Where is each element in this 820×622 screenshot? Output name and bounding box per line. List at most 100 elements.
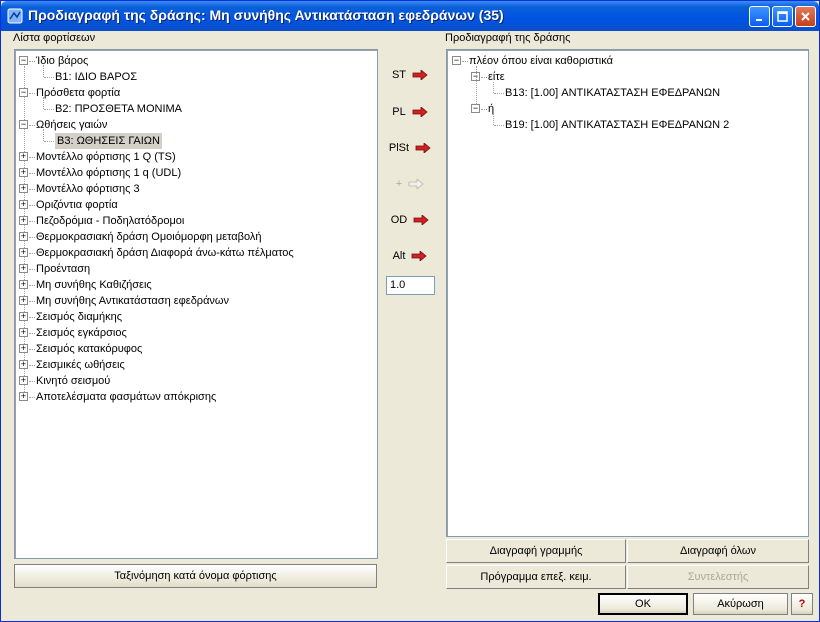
tree-group-label[interactable]: Μοντέλλο φόρτισης 3	[36, 181, 140, 197]
loads-tree[interactable]: − Ίδιο βάρος B1: ΙΔΙΟ ΒΑΡΟΣ − Πρόσθετα φορτί…	[14, 49, 378, 559]
spec-load-item[interactable]: B13: [1.00] ΑΝΤΙΚΑΤΑΣΤΑΣΗ ΕΦΕΔΡΑΝΩΝ	[505, 85, 720, 101]
tree-group-label[interactable]: Οριζόντια φορτία	[36, 197, 118, 213]
tree-group-label[interactable]: Ωθήσεις γαιών	[36, 117, 107, 133]
tree-connector	[481, 77, 487, 78]
action-spec-tree[interactable]: − πλέον όπου είναι καθοριστικά − είτε B13: […	[446, 49, 809, 537]
st-button[interactable]: ST	[385, 65, 435, 85]
spec-group-label[interactable]: είτε	[488, 69, 505, 85]
button-label: OD	[390, 214, 408, 226]
title-bar[interactable]: Προδιαγραφή της δράσης: Μη συνήθης Αντικ…	[1, 1, 819, 31]
right-arrow-icon	[415, 143, 431, 153]
tree-group-label[interactable]: Θερμοκρασιακή δράση Διαφορά άνω-κάτω πέλ…	[36, 245, 294, 261]
button-label: Alt	[392, 250, 406, 262]
collapse-icon[interactable]: −	[19, 88, 28, 97]
expand-icon[interactable]: +	[19, 184, 28, 193]
coefficient-button[interactable]: Συντελεστής	[627, 565, 809, 589]
tree-connector	[43, 129, 44, 141]
expand-icon[interactable]: +	[19, 168, 28, 177]
close-button[interactable]	[795, 6, 816, 27]
tree-connector	[29, 285, 35, 286]
collapse-icon[interactable]: −	[452, 56, 461, 65]
delete-line-button[interactable]: Διαγραφή γραμμής	[446, 539, 626, 563]
tree-connector	[29, 205, 35, 206]
tree-load-item[interactable]: B1: ΙΔΙΟ ΒΑΡΟΣ	[55, 69, 137, 85]
expand-icon[interactable]: +	[19, 264, 28, 273]
tree-connector	[29, 333, 35, 334]
dialog-window: Προδιαγραφή της δράσης: Μη συνήθης Αντικ…	[0, 0, 820, 622]
button-label: PlSt	[388, 142, 410, 154]
sort-by-name-button[interactable]: Ταξινόμηση κατά όνομα φόρτισης	[14, 564, 377, 588]
expand-icon[interactable]: +	[19, 328, 28, 337]
tree-group-label[interactable]: Μη συνήθης Αντικατάσταση εφεδράνων	[36, 293, 229, 309]
alt-button[interactable]: Alt	[385, 246, 435, 266]
pl-button[interactable]: PL	[385, 102, 435, 122]
tree-load-item[interactable]: B2: ΠΡΟΣΘΕΤΑ ΜΟΝΙΜΑ	[55, 101, 182, 117]
button-label: +	[395, 178, 403, 190]
tree-group-label[interactable]: Σεισμός κατακόρυφος	[36, 341, 142, 357]
plus-button[interactable]: +	[385, 174, 435, 194]
tree-group-label[interactable]: Πρόσθετα φορτία	[36, 85, 120, 101]
text-editor-button[interactable]: Πρόγραμμα επεξ. κειμ.	[446, 565, 626, 589]
od-button[interactable]: OD	[385, 210, 435, 230]
tree-connector	[29, 237, 35, 238]
cancel-button[interactable]: Ακύρωση	[693, 593, 788, 615]
tree-connector	[29, 61, 35, 62]
tree-group-label[interactable]: Σεισμός διαμήκης	[36, 309, 122, 325]
window-title: Προδιαγραφή της δράσης: Μη συνήθης Αντικ…	[28, 7, 504, 23]
tree-connector	[481, 109, 487, 110]
delete-all-button[interactable]: Διαγραφή όλων	[627, 539, 809, 563]
right-arrow-icon	[412, 107, 428, 117]
tree-group-label[interactable]: Μοντέλλο φόρτισης 1 Q (TS)	[36, 149, 176, 165]
help-button[interactable]: ?	[791, 593, 813, 615]
action-spec-label: Προδιαγραφή της δράσης	[445, 32, 571, 44]
tree-group-label[interactable]: Μη συνήθης Καθιζήσεις	[36, 277, 152, 293]
tree-group-label[interactable]: Σεισμός εγκάρσιος	[36, 325, 127, 341]
expand-icon[interactable]: +	[19, 360, 28, 369]
tree-group-label[interactable]: Θερμοκρασιακή δράση Ομοιόμορφη μεταβολή	[36, 229, 262, 245]
tree-connector	[29, 349, 35, 350]
expand-icon[interactable]: +	[19, 152, 28, 161]
expand-icon[interactable]: +	[19, 344, 28, 353]
tree-connector	[29, 317, 35, 318]
right-arrow-icon	[412, 251, 428, 261]
tree-group-label[interactable]: Σεισμικές ωθήσεις	[36, 357, 125, 373]
expand-icon[interactable]: +	[19, 296, 28, 305]
tree-connector	[44, 109, 54, 110]
maximize-button[interactable]	[772, 6, 793, 27]
factor-input[interactable]: 1.0	[386, 276, 435, 295]
tree-connector	[494, 125, 504, 126]
right-arrow-icon	[408, 179, 424, 189]
tree-connector	[44, 141, 54, 142]
expand-icon[interactable]: +	[19, 248, 28, 257]
collapse-icon[interactable]: −	[19, 56, 28, 65]
maximize-icon	[777, 11, 788, 22]
minimize-button[interactable]	[749, 6, 770, 27]
tree-connector	[29, 269, 35, 270]
tree-group-label[interactable]: Αποτελέσματα φασμάτων απόκρισης	[36, 389, 216, 405]
tree-connector	[29, 253, 35, 254]
expand-icon[interactable]: +	[19, 376, 28, 385]
expand-icon[interactable]: +	[19, 312, 28, 321]
tree-group-label[interactable]: Πεζοδρόμια - Ποδηλατόδρομοι	[36, 213, 184, 229]
expand-icon[interactable]: +	[19, 216, 28, 225]
spec-root-label[interactable]: πλέον όπου είναι καθοριστικά	[469, 53, 613, 69]
expand-icon[interactable]: +	[19, 200, 28, 209]
ok-button[interactable]: OK	[598, 593, 688, 615]
minimize-icon	[756, 19, 762, 21]
tree-connector	[29, 301, 35, 302]
expand-icon[interactable]: +	[19, 280, 28, 289]
tree-connector	[29, 381, 35, 382]
spec-load-item[interactable]: B19: [1.00] ΑΝΤΙΚΑΤΑΣΤΑΣΗ ΕΦΕΔΡΑΝΩΝ 2	[505, 117, 729, 133]
tree-connector	[44, 77, 54, 78]
tree-load-item-selected[interactable]: B3: ΩΘΗΣΕΙΣ ΓΑΙΩΝ	[55, 133, 162, 149]
tree-group-label[interactable]: Κινητό σεισμού	[36, 373, 110, 389]
button-label: ST	[391, 69, 407, 81]
plst-button[interactable]: PlSt	[385, 138, 435, 158]
collapse-icon[interactable]: −	[19, 120, 28, 129]
close-icon	[801, 12, 810, 21]
expand-icon[interactable]: +	[19, 232, 28, 241]
tree-group-label[interactable]: Μοντέλλο φόρτισης 1 q (UDL)	[36, 165, 181, 181]
tree-group-label[interactable]: Προένταση	[36, 261, 90, 277]
collapse-icon[interactable]: −	[471, 104, 480, 113]
expand-icon[interactable]: +	[19, 392, 28, 401]
